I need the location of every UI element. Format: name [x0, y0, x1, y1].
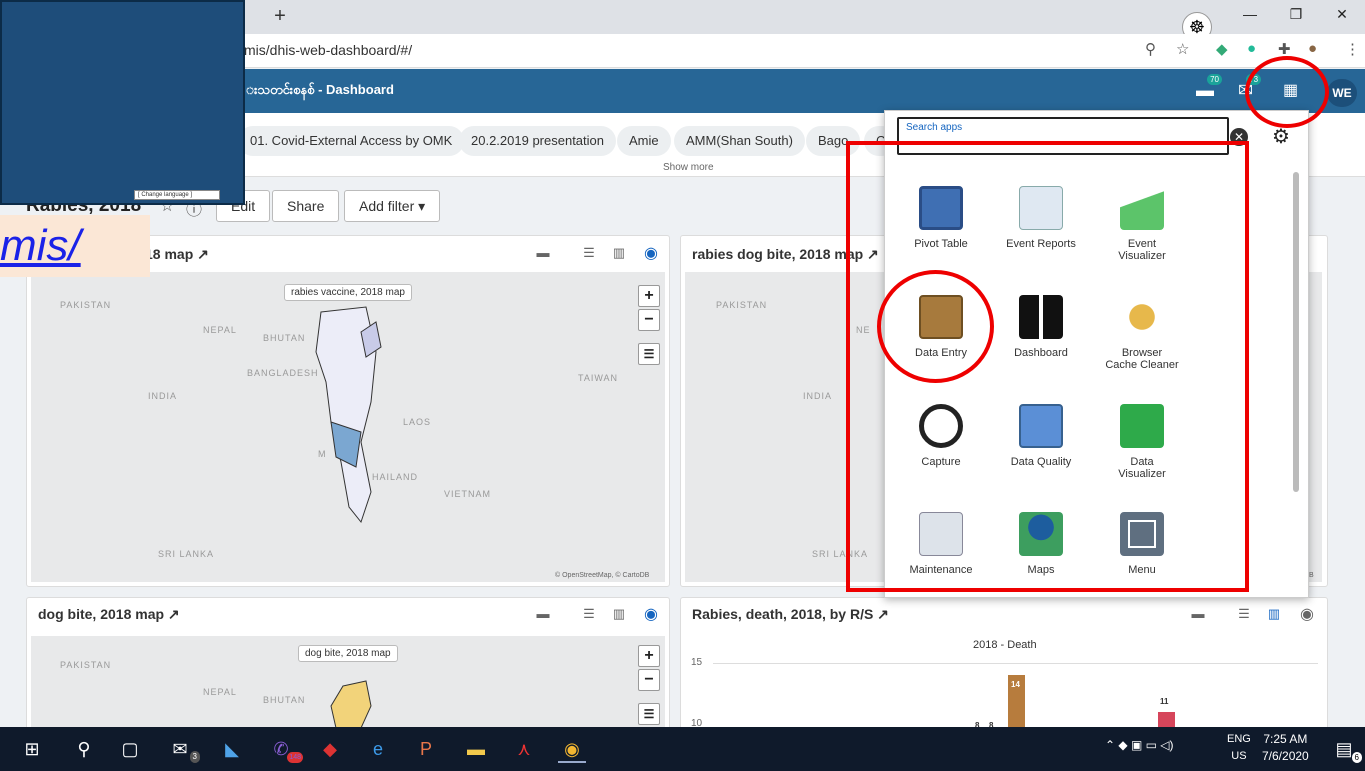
bookmark-star-icon[interactable]: ☆ — [1176, 40, 1189, 58]
system-tray-icons[interactable]: ⌃ ◆ ▣ ▭ ◁) — [1105, 738, 1174, 752]
avatar[interactable]: WE — [1327, 79, 1357, 107]
country-label: PAKISTAN — [60, 660, 112, 670]
zoom-out-button[interactable]: − — [638, 669, 660, 691]
edge-icon[interactable]: e — [364, 735, 392, 763]
country-label: INDIA — [148, 391, 178, 401]
maximize-button[interactable]: ❐ — [1273, 0, 1319, 30]
browser-menu-icon[interactable]: ⋮ — [1345, 40, 1360, 58]
mail-badge: 3 — [189, 751, 200, 763]
input-language[interactable]: ENG US — [1227, 731, 1251, 765]
map-label: dog bite, 2018 map — [298, 645, 398, 662]
country-label: BHUTAN — [263, 695, 306, 705]
chart-view-icon[interactable]: ▥ — [1264, 606, 1284, 622]
acrobat-icon[interactable]: ⋏ — [510, 735, 538, 763]
search-apps-label: Search apps — [906, 122, 963, 133]
dashboard-chip[interactable]: Amie — [617, 126, 671, 156]
annotation-circle-apps — [1245, 56, 1329, 128]
country-label: PAKISTAN — [716, 300, 768, 310]
messages-icon[interactable]: ▬ 70 — [1196, 74, 1222, 101]
dashboard-chip[interactable]: 01. Covid-External Access by OMK — [238, 126, 465, 156]
new-tab-button[interactable]: + — [268, 4, 292, 28]
country-label: HAILAND — [372, 472, 419, 482]
extension-icon[interactable]: ◆ — [1216, 40, 1228, 58]
change-language-select[interactable]: [ Change language ] — [134, 190, 220, 200]
map-attribution: © OpenStreetMap, © CartoDB — [555, 572, 650, 579]
close-window-button[interactable]: ✕ — [1319, 0, 1365, 30]
minimize-button[interactable]: — — [1227, 0, 1273, 30]
interpretations-icon[interactable]: ▬ — [1188, 606, 1208, 621]
country-label: BHUTAN — [263, 333, 306, 343]
chart-view-icon[interactable]: ▥ — [609, 245, 629, 261]
table-view-icon[interactable]: ☰ — [1234, 606, 1254, 622]
table-view-icon[interactable]: ☰ — [579, 245, 599, 261]
map-view-icon[interactable]: ◉ — [641, 243, 661, 263]
powerpoint-icon[interactable]: P — [412, 735, 440, 763]
zoom-in-button[interactable]: + — [638, 645, 660, 667]
legend-icon[interactable]: ☰ — [638, 703, 660, 725]
country-label: NEPAL — [203, 687, 237, 697]
country-label: BANGLADESH — [247, 368, 319, 378]
url-fragment-overlay: mis/ — [0, 215, 150, 277]
bar-value-label: 11 — [1160, 697, 1169, 706]
window-controls: — ❐ ✕ — [1227, 0, 1365, 30]
interpretations-icon[interactable]: ▬ — [533, 245, 553, 260]
notifications-badge: 6 — [1351, 752, 1362, 763]
bar-chart: 8 8 14 11 — [713, 663, 1318, 730]
map-canvas[interactable] — [31, 272, 665, 582]
viber-badge: 148 — [287, 752, 303, 763]
map-label: rabies vaccine, 2018 map — [284, 284, 412, 301]
card-title[interactable]: dog bite, 2018 map ↗ — [38, 606, 180, 623]
show-more-link[interactable]: Show more — [663, 162, 714, 173]
map-view-icon[interactable]: ◉ — [1297, 604, 1317, 624]
search-icon[interactable]: ⚲ — [70, 735, 98, 763]
file-explorer-icon[interactable]: ▬ — [462, 735, 490, 763]
country-label: TAIWAN — [578, 373, 618, 383]
app-menu-scrollbar[interactable] — [1293, 172, 1299, 492]
clock[interactable]: 7:25 AM 7/6/2020 — [1262, 731, 1309, 765]
app-icon[interactable]: ◣ — [218, 735, 246, 763]
country-label: NEPAL — [203, 325, 237, 335]
viber-icon[interactable]: ✆ 148 — [267, 735, 303, 763]
dashboard-chip[interactable]: 20.2.2019 presentation — [459, 126, 616, 156]
zoom-icon[interactable]: ⚲ — [1145, 40, 1156, 58]
add-filter-button[interactable]: Add filter ▾ — [344, 190, 441, 222]
dashboard-chip[interactable]: AMM(Shan South) — [674, 126, 805, 156]
bar[interactable] — [1158, 712, 1175, 727]
task-view-icon[interactable]: ▢ — [116, 735, 144, 763]
card-title[interactable]: Rabies, death, 2018, by R/S ↗ — [692, 606, 889, 623]
grammarly-icon[interactable]: ● — [1247, 40, 1256, 57]
mail-icon[interactable]: ✉ 3 — [166, 735, 200, 763]
messages-badge: 70 — [1207, 74, 1222, 85]
bar-value-label: 14 — [1011, 680, 1020, 689]
country-label: SRI LANKA — [158, 549, 215, 559]
country-label: LAOS — [403, 417, 432, 427]
zoom-in-button[interactable]: + — [638, 285, 660, 307]
country-label: INDIA — [803, 391, 833, 401]
share-button[interactable]: Share — [272, 190, 340, 222]
map-svg — [315, 306, 382, 524]
chart-view-icon[interactable]: ▥ — [609, 606, 629, 622]
windows-start-icon[interactable]: ⊞ — [18, 735, 46, 763]
notifications-icon[interactable]: ▤ 6 — [1330, 735, 1362, 763]
app-title: းသတင်းစနစ် - Dashboard — [246, 82, 394, 97]
country-label: PAKISTAN — [60, 300, 112, 310]
app-icon[interactable]: ◆ — [316, 735, 344, 763]
legend-icon[interactable]: ☰ — [638, 343, 660, 365]
card-title[interactable]: 18 map ↗ — [145, 246, 209, 263]
table-view-icon[interactable]: ☰ — [579, 606, 599, 622]
country-label: VIETNAM — [444, 489, 492, 499]
y-tick: 15 — [691, 657, 703, 668]
url-text[interactable]: mis/dhis-web-dashboard/#/ — [244, 42, 412, 58]
map-view-icon[interactable]: ◉ — [641, 604, 661, 624]
annotation-circle-data-entry — [877, 270, 994, 383]
chrome-icon[interactable]: ◉ — [558, 735, 586, 763]
country-label: M — [318, 449, 327, 459]
chart-title: 2018 - Death — [973, 639, 1037, 651]
language-panel — [0, 0, 245, 205]
interpretations-icon[interactable]: ▬ — [533, 606, 553, 621]
profile-icon[interactable]: ● — [1308, 40, 1317, 57]
zoom-out-button[interactable]: − — [638, 309, 660, 331]
